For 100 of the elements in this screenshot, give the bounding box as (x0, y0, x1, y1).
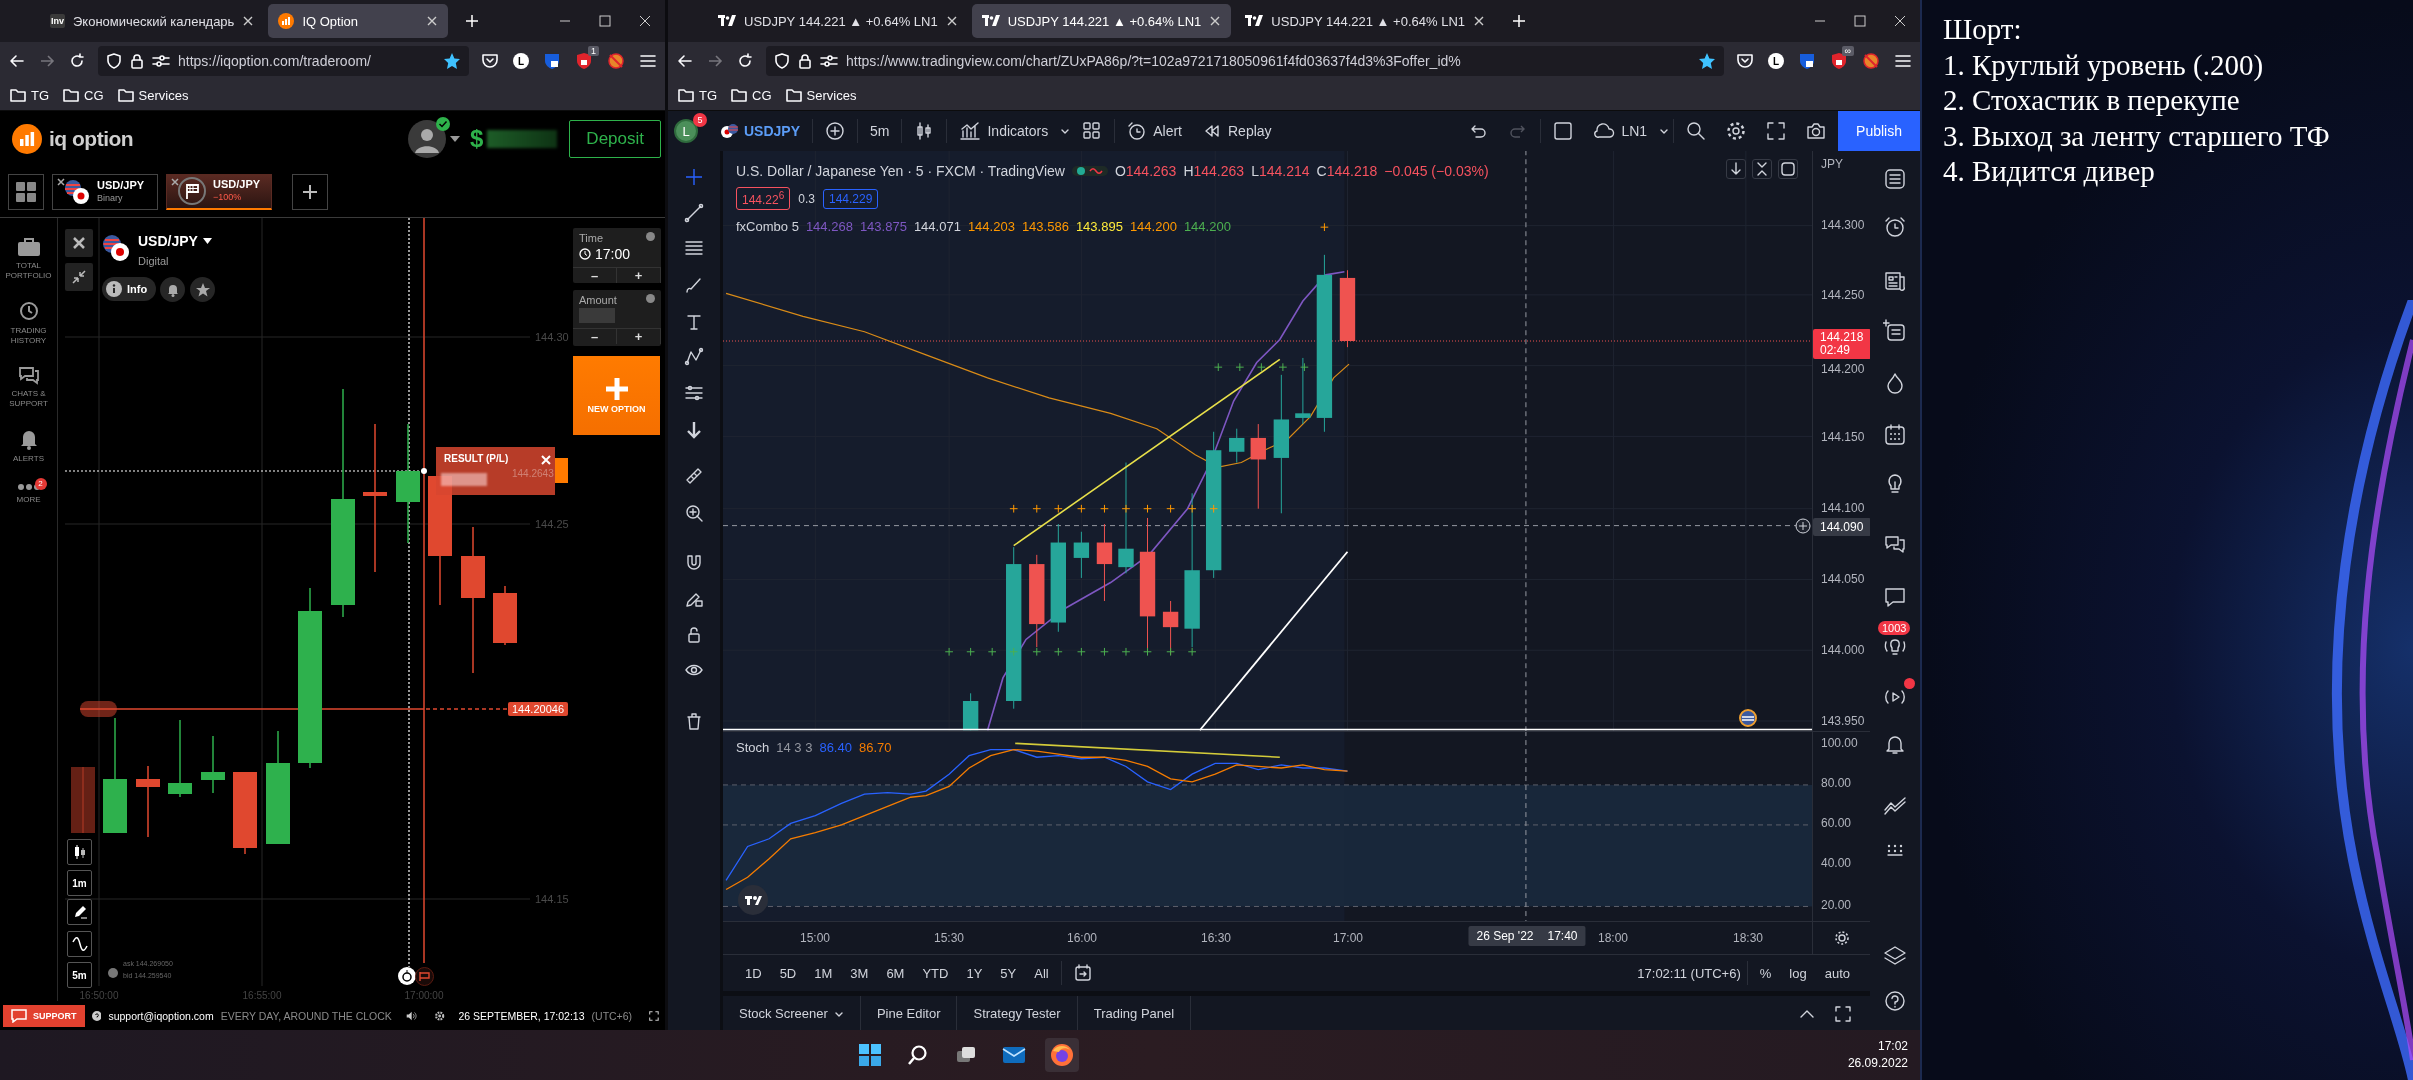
stoch-tick: 60.00 (1821, 816, 1852, 831)
asset-tab[interactable]: USD/JPY −100% (166, 173, 272, 210)
replay-button[interactable]: Replay (1194, 115, 1280, 147)
timeframe-button[interactable]: 1m (67, 870, 92, 896)
timezone: (UTC+6) (591, 1010, 633, 1022)
extension-badge: ∞ (1841, 46, 1854, 56)
info-button[interactable]: Info (102, 277, 157, 301)
price-tick: 144.000 (1821, 642, 1865, 657)
date-time: 26 SEPTEMBER, 17:02:13 (458, 1010, 585, 1022)
notification-badge: 1003 (1878, 621, 1911, 635)
sidebar-item[interactable]: CHATS & SUPPORT (0, 360, 57, 409)
scale-option[interactable]: auto (1818, 960, 1856, 986)
range-button[interactable]: 1D (739, 960, 768, 986)
symbol-button[interactable]: USDJPY (712, 115, 809, 147)
time-tick: 18:00 (1598, 931, 1628, 945)
stoch-tick: 40.00 (1821, 856, 1852, 871)
address-bar[interactable]: https://www.tradingview.com/chart/ZUxPA86p/?t=102a9721718050961f4fd03637f4d3%3Foffer_id% (766, 46, 1724, 76)
bookmark-folder[interactable]: TG (10, 87, 50, 103)
range-button[interactable]: 1Y (960, 960, 989, 986)
browser-tab[interactable]: USDJPY 144.221 ▲ +0.64% LN1 (1235, 4, 1495, 38)
bookmark-folder[interactable]: Services (117, 87, 189, 103)
indicator-name: fxCombo 5 (736, 219, 799, 234)
asset-selector[interactable]: USD/JPY (138, 233, 212, 249)
time-tick: 18:30 (1733, 931, 1763, 945)
interval-button[interactable]: 5m (862, 115, 898, 147)
amount-field[interactable]: Amount – + (573, 290, 661, 346)
ohlc-value: L144.214 (1251, 163, 1310, 179)
crosshair-price-tag: 144.090 (1813, 518, 1870, 536)
crosshair-time-tag: 26 Sep '22 17:40 (1468, 926, 1586, 946)
support-button[interactable]: SUPPORT (3, 1005, 85, 1027)
scale-option[interactable]: log (1783, 960, 1813, 986)
currency-selector[interactable]: JPY (1821, 157, 1843, 171)
time-label: 16:55:00 (242, 990, 282, 1001)
time-label: 17:00:00 (404, 990, 444, 1001)
range-button[interactable]: 5Y (994, 960, 1023, 986)
notification-badge: 2 (34, 478, 47, 490)
time-tick: 17:00 (1333, 931, 1363, 945)
indicator-name: Stoch (736, 740, 770, 755)
price-tick: 143.950 (1821, 713, 1865, 728)
range-button[interactable]: YTD (916, 960, 955, 986)
sidebar-item[interactable]: TRADING HISTORY (0, 295, 57, 346)
note-line: 2. Стохастик в перекупе (1943, 83, 2241, 118)
result-title: RESULT (P/L) (444, 453, 509, 464)
stoch-tick: 20.00 (1821, 897, 1852, 912)
extension-badge: 1 (588, 46, 599, 56)
browser-tab[interactable]: Inv Экономический календарь (40, 4, 265, 38)
scale-option[interactable]: % (1753, 960, 1778, 986)
expiry-time-field[interactable]: Time 17:00 – + (573, 228, 661, 283)
time-label: 16:50:00 (79, 990, 119, 1001)
price-label: 144.25 (535, 518, 569, 530)
price-change: −0.045 (−0.03%) (1384, 163, 1489, 179)
spread-value: 0.3 (798, 191, 815, 206)
profile-avatar[interactable]: L (513, 53, 529, 69)
browser-tab[interactable]: IQ Option (268, 4, 449, 38)
chart-clock: 17:02:11 (UTC+6) (1637, 965, 1741, 981)
time-tick: 16:00 (1067, 931, 1097, 945)
price-label: 144.2643 (512, 468, 554, 479)
range-button[interactable]: All (1028, 960, 1055, 986)
sell-button[interactable]: 144.22$^{6}$ (736, 187, 791, 210)
publish-button[interactable]: Publish (1838, 111, 1920, 151)
last-price-tag: 144.218 02:49 (1813, 329, 1870, 359)
asset-tab[interactable]: USD/JPY Binary (52, 173, 158, 210)
sidebar-item[interactable]: ALERTS (0, 423, 57, 464)
stoch-tick: 100.00 (1821, 736, 1858, 751)
balance-currency: $ (470, 124, 484, 153)
timeframe-button[interactable]: 5m (67, 962, 92, 988)
alert-button[interactable]: Alert (1119, 115, 1190, 147)
price-tick: 144.300 (1821, 217, 1865, 232)
price-tick: 144.200 (1821, 362, 1865, 377)
indicator-value: 144.200 (1183, 219, 1231, 234)
range-button[interactable]: 3M (844, 960, 875, 986)
indicators-button[interactable]: Indicators (951, 115, 1057, 147)
time-tick: 15:30 (934, 931, 964, 945)
bookmark-folder[interactable]: CG (731, 87, 772, 103)
sidebar-item[interactable]: MORE 2 (0, 478, 57, 505)
layout-name-button[interactable]: LN1 (1585, 115, 1656, 147)
price-tick: 144.150 (1821, 430, 1865, 445)
range-button[interactable]: 6M (880, 960, 911, 986)
browser-tab[interactable]: USDJPY 144.221 ▲ +0.64% LN1 (971, 4, 1232, 38)
price-tick: 144.100 (1821, 501, 1865, 516)
range-button[interactable]: 5D (773, 960, 803, 986)
bookmark-folder[interactable]: TG (678, 87, 718, 103)
browser-tab[interactable]: USDJPY 144.221 ▲ +0.64% LN1 (708, 4, 968, 38)
clock-date: 26.09.2022 (1847, 1055, 1908, 1072)
address-bar[interactable]: https://iqoption.com/traderoom/ (98, 46, 469, 76)
note-line: 4. Видится дивер (1943, 154, 2156, 189)
bookmark-folder[interactable]: Services (785, 87, 857, 103)
chart-title: U.S. Dollar / Japanese Yen · 5 · FXCM · TradingView (736, 163, 1065, 179)
profile-avatar[interactable]: L (674, 119, 698, 143)
sidebar-item[interactable]: TOTAL PORTFOLIO (0, 232, 57, 281)
range-button[interactable]: 1M (808, 960, 839, 986)
deposit-button[interactable]: Deposit (569, 119, 661, 158)
indicator-value: 144.071 (913, 219, 961, 234)
indicator-value: 144.268 (805, 219, 853, 234)
strike-price-label: 144.20046 (508, 702, 568, 716)
support-email[interactable]: support@iqoption.com (108, 1010, 214, 1022)
bookmark-folder[interactable]: CG (63, 87, 104, 103)
ohlc-value: C144.218 (1316, 163, 1378, 179)
indicator-value: 144.203 (967, 219, 1015, 234)
profile-avatar[interactable]: L (1768, 53, 1784, 69)
